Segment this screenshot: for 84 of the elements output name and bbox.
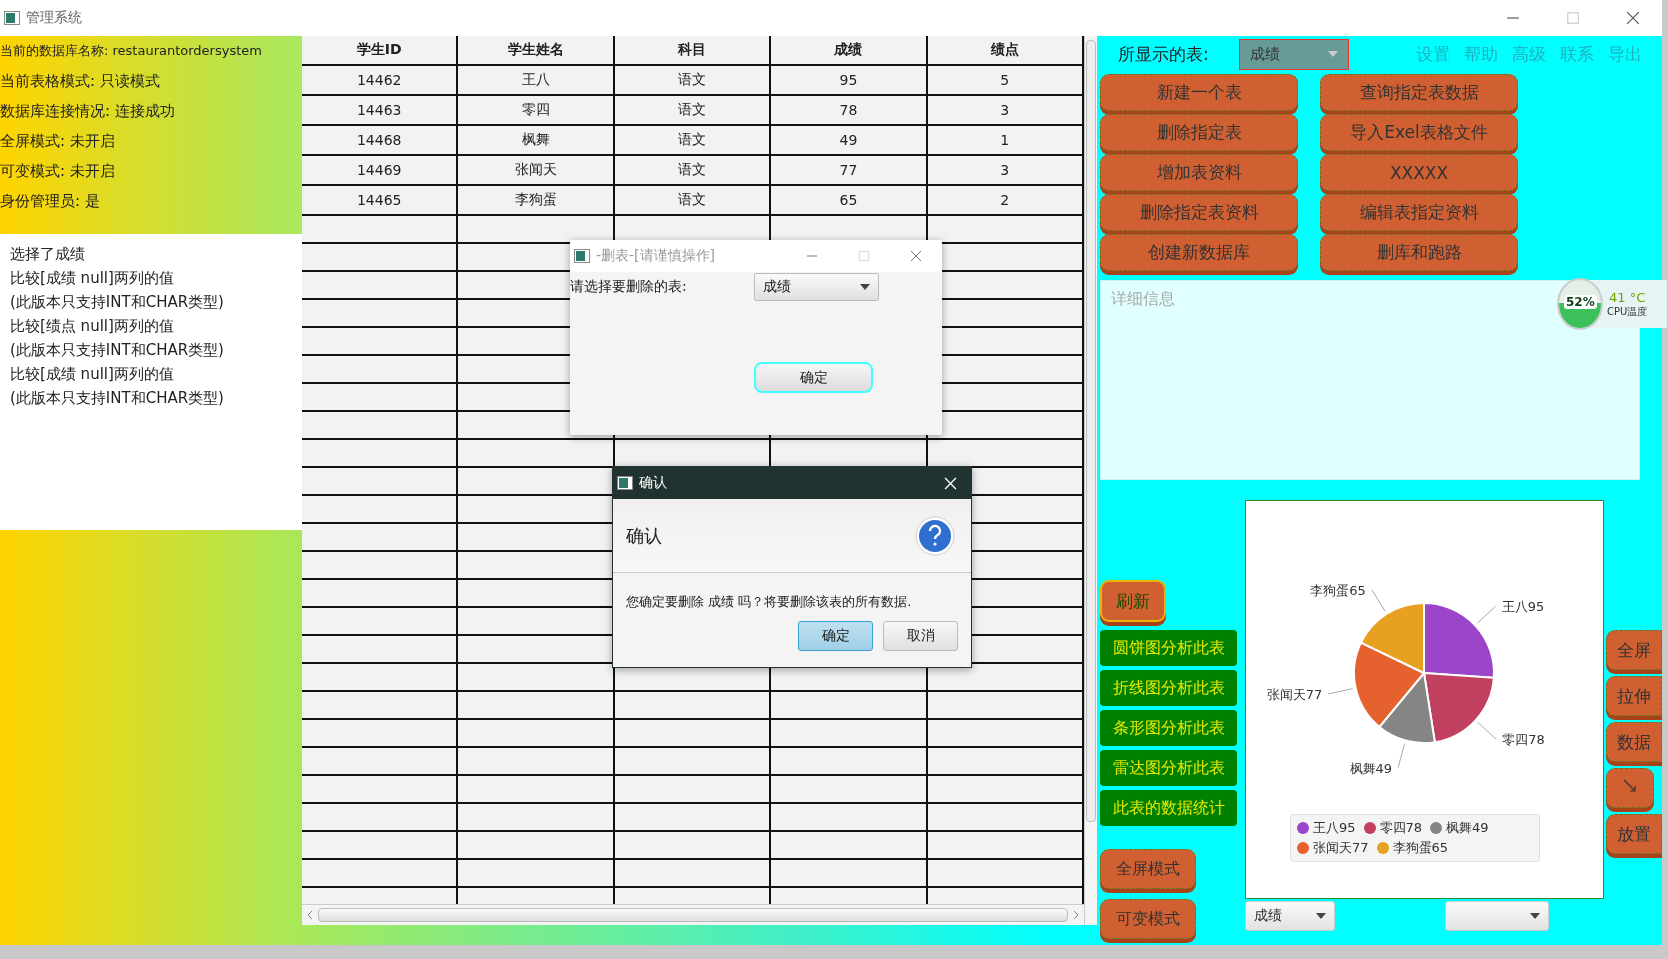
table-label: 所显示的表:	[1118, 42, 1209, 66]
app-icon	[574, 249, 590, 263]
status-text: 可变模式: 未开启	[0, 161, 116, 182]
chart-table-select[interactable]: 成绩	[1245, 901, 1335, 931]
status-text: 当前的数据库名称: restaurantordersystem	[0, 42, 263, 60]
menu-link[interactable]: 联系	[1560, 42, 1594, 66]
dialog-title: 确认	[639, 474, 667, 492]
confirm-button[interactable]: 确定	[754, 362, 873, 393]
log-text: 比较[成绩 null]两列的值	[10, 364, 175, 385]
dialog-header: 确认	[626, 523, 662, 548]
legend-label: 王八95	[1313, 819, 1356, 837]
legend-label: 枫舞49	[1446, 819, 1489, 837]
horizontal-scrollbar[interactable]	[302, 904, 1084, 925]
log-text: 选择了成绩	[10, 244, 86, 265]
vertical-scrollbar[interactable]	[1084, 36, 1097, 925]
dialog-button[interactable]: 确定	[798, 621, 873, 651]
action-button[interactable]: 删除指定表资料	[1100, 194, 1298, 231]
slice-label: 零四78	[1502, 732, 1545, 748]
status-text: 数据库连接情况: 连接成功	[0, 101, 176, 122]
leader-line	[1327, 688, 1354, 695]
caret-icon	[1327, 51, 1338, 57]
chart-button[interactable]: 圆饼图分析此表	[1100, 630, 1237, 666]
leader-line	[1476, 605, 1497, 624]
legend-dot-icon	[1430, 822, 1443, 834]
status-text: 全屏模式: 未开启	[0, 131, 116, 152]
slice-label: 李狗蛋65	[1310, 583, 1366, 598]
action-button[interactable]: 导入Exel表格文件	[1320, 114, 1518, 151]
close-icon[interactable]	[1626, 11, 1640, 25]
legend-label: 李狗蛋65	[1392, 839, 1449, 857]
action-button[interactable]: 编辑表指定资料	[1320, 194, 1518, 231]
app-icon	[4, 11, 20, 25]
log-text: (此版本只支持INT和CHAR类型)	[10, 388, 225, 409]
legend-dot-icon	[1376, 842, 1389, 854]
leader-line	[1371, 589, 1386, 612]
pie-slice	[1423, 672, 1495, 744]
legend-label: 零四78	[1379, 819, 1423, 837]
dialog-message: 您确定要删除 成绩 吗？将要删除该表的所有数据.	[625, 593, 913, 611]
pie-slice	[1378, 672, 1436, 744]
slice-label: 枫舞49	[1349, 760, 1393, 776]
scroll-left-icon[interactable]	[306, 910, 314, 920]
menu-link[interactable]: 设置	[1416, 42, 1450, 66]
legend-label: 张闻天77	[1313, 839, 1369, 857]
status-text: 身份管理员: 是	[0, 191, 101, 212]
slice-label: 张闻天77	[1266, 687, 1323, 702]
slice-label: 王八95	[1501, 599, 1545, 615]
chart-button[interactable]: 条形图分析此表	[1100, 710, 1237, 746]
scroll-right-icon[interactable]	[1072, 910, 1080, 920]
action-button[interactable]: 新建一个表	[1100, 74, 1298, 111]
app-icon	[617, 476, 633, 490]
table-select[interactable]: 成绩	[754, 273, 879, 301]
dialog-button[interactable]: 取消	[883, 621, 958, 651]
log-text: 比较[绩点 null]两列的值	[10, 316, 175, 337]
menu-link[interactable]: 高级	[1512, 42, 1546, 66]
action-button[interactable]: 增加表资料	[1100, 154, 1298, 191]
window-title: 管理系统	[26, 9, 82, 27]
chart-button[interactable]: 雷达图分析此表	[1100, 750, 1237, 786]
maximize-icon[interactable]	[1566, 11, 1580, 25]
caret-icon	[1530, 913, 1540, 919]
diagonal-arrow-icon	[1622, 778, 1638, 794]
prompt-text: 请选择要删除的表:	[570, 278, 688, 296]
leader-line	[1477, 721, 1497, 740]
legend-dot-icon	[1297, 822, 1309, 834]
chart-button[interactable]: 此表的数据统计	[1100, 790, 1237, 826]
leader-line	[1397, 742, 1406, 768]
pie-slice	[1359, 602, 1425, 674]
log-text: 比较[成绩 null]两列的值	[10, 268, 175, 289]
caret-icon	[860, 284, 870, 290]
chart-column-select[interactable]	[1445, 901, 1549, 931]
legend-dot-icon	[1297, 842, 1309, 854]
log-text: (此版本只支持INT和CHAR类型)	[10, 292, 225, 313]
action-button[interactable]: 删除指定表	[1100, 114, 1298, 151]
action-button[interactable]: 查询指定表数据	[1320, 74, 1518, 111]
caret-icon	[1316, 913, 1326, 919]
cpu-percent: 52%	[1564, 295, 1597, 309]
legend-dot-icon	[1363, 822, 1376, 834]
menu-link[interactable]: 帮助	[1464, 42, 1498, 66]
menu-link[interactable]: 导出	[1608, 42, 1642, 66]
action-button[interactable]: XXXXX	[1320, 154, 1518, 191]
question-icon	[915, 515, 955, 556]
log-text: (此版本只支持INT和CHAR类型)	[10, 340, 225, 361]
dialog-title: -删表-[请谨慎操作]	[596, 247, 716, 265]
chart-button[interactable]: 折线图分析此表	[1100, 670, 1237, 706]
status-text: 当前表格模式: 只读模式	[0, 71, 161, 92]
table-select[interactable]: 成绩	[1238, 38, 1349, 70]
